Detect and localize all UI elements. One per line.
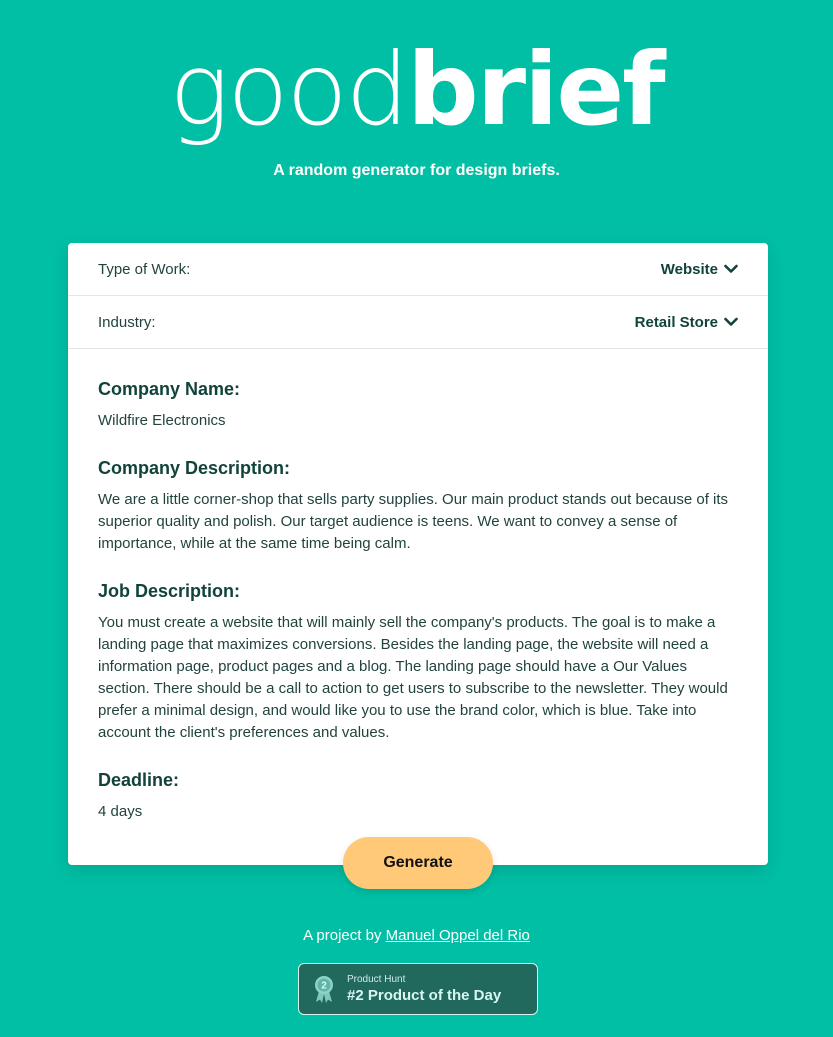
type-of-work-row: Type of Work: Website [68, 243, 768, 296]
brief-content: Company Name: Wildfire Electronics Compa… [68, 349, 768, 823]
deadline-section: Deadline: 4 days [98, 770, 738, 823]
deadline: 4 days [98, 803, 143, 820]
company-description: We are a little corner-shop that sells p… [98, 491, 729, 552]
industry-row: Industry: Retail Store [68, 296, 768, 349]
industry-label: Industry: [98, 313, 156, 331]
company-description-heading: Company Description: [98, 458, 291, 478]
brief-card: Type of Work: Website Industry: Retail S… [68, 243, 768, 865]
logo: goodbrief [0, 40, 833, 140]
type-of-work-label: Type of Work: [98, 260, 191, 278]
chevron-down-icon [724, 264, 738, 273]
medal-rank: 2 [321, 981, 327, 992]
product-hunt-text: Product Hunt #2 Product of the Day [347, 974, 501, 1004]
footer: A project by Manuel Oppel del Rio [0, 927, 833, 944]
medal-icon: 2 [315, 976, 333, 1003]
job-description-section: Job Description: You must create a websi… [98, 581, 738, 744]
job-description: You must create a website that will main… [98, 614, 728, 741]
footer-prefix: A project by [303, 927, 382, 944]
generate-button[interactable]: Generate [343, 837, 493, 889]
logo-good: good [169, 31, 409, 148]
company-description-section: Company Description: We are a little cor… [98, 458, 738, 555]
job-description-heading: Job Description: [98, 581, 241, 601]
type-of-work-select[interactable]: Website [661, 261, 738, 278]
company-name-section: Company Name: Wildfire Electronics [98, 379, 738, 432]
product-hunt-badge[interactable]: 2 Product Hunt #2 Product of the Day [298, 963, 538, 1015]
company-name: Wildfire Electronics [98, 412, 226, 429]
deadline-heading: Deadline: [98, 770, 180, 790]
product-hunt-title: #2 Product of the Day [347, 987, 502, 1004]
logo-brief: brief [407, 31, 666, 148]
author-link[interactable]: Manuel Oppel del Rio [386, 927, 530, 944]
product-hunt-label: Product Hunt [347, 974, 406, 985]
industry-value: Retail Store [634, 313, 718, 331]
industry-select[interactable]: Retail Store [635, 314, 738, 331]
company-name-heading: Company Name: [98, 379, 241, 399]
type-of-work-value: Website [660, 260, 718, 278]
chevron-down-icon [724, 317, 738, 326]
tagline: A random generator for design briefs. [273, 162, 560, 179]
